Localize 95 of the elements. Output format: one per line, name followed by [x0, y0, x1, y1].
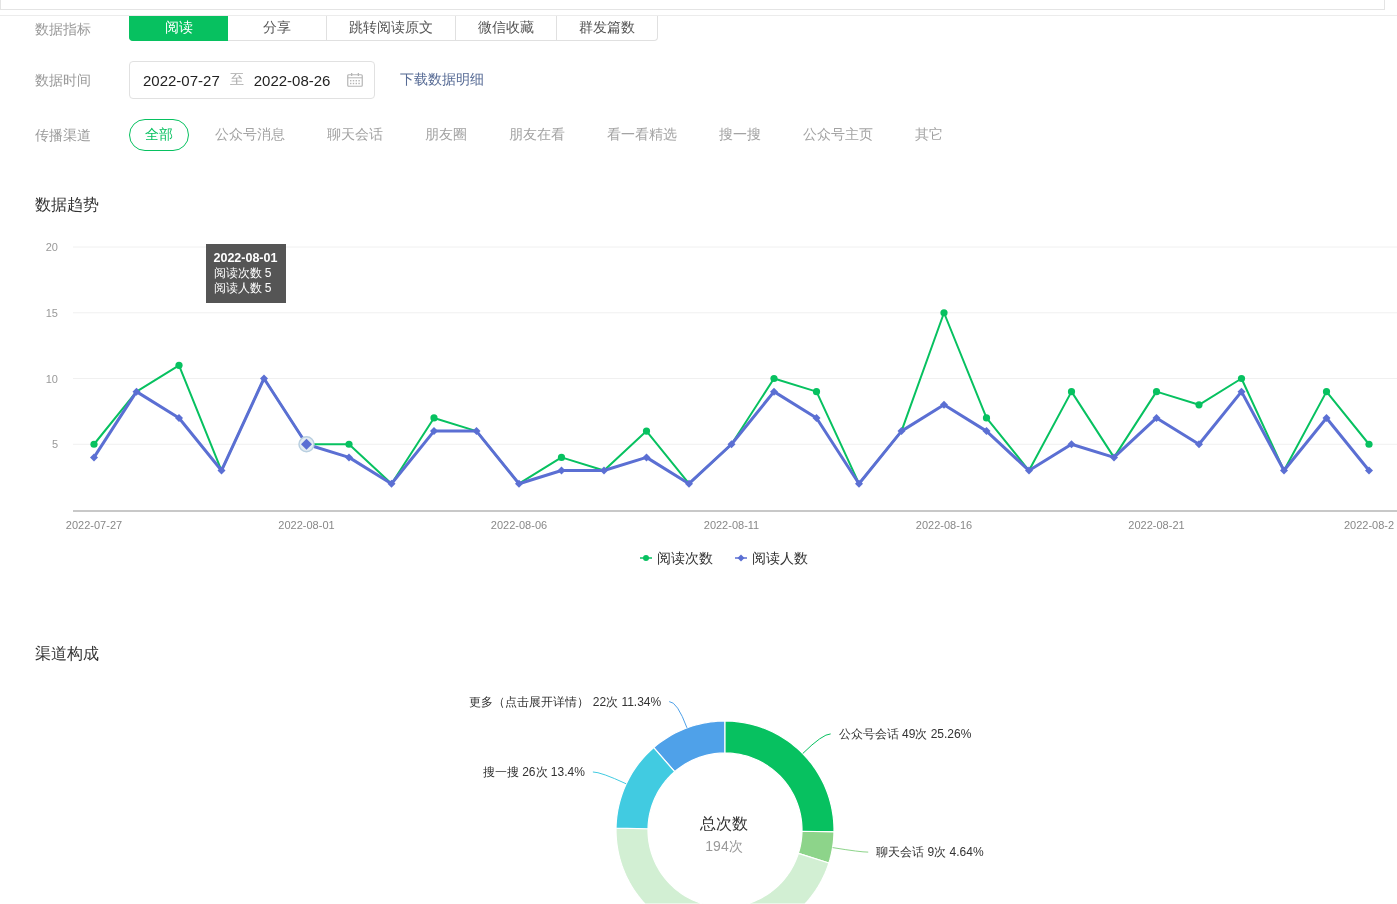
slice-label: 更多（点击展开详情） 22次 11.34%: [469, 694, 662, 709]
metric-tab[interactable]: 群发篇数: [557, 16, 658, 41]
date-separator: 至: [229, 71, 244, 89]
address-bar[interactable]: [0, 0, 1385, 10]
filter-label: 数据时间: [35, 71, 92, 90]
legend-item[interactable]: 阅读人数: [735, 550, 808, 566]
data-point: [1067, 440, 1076, 449]
slice-label: 搜一搜 26次 13.4%: [482, 765, 585, 779]
data-point: [90, 453, 98, 462]
x-axis-label: 2022-08-11: [703, 519, 760, 531]
x-axis-label: 2022-07-27: [65, 519, 123, 531]
leader-line: [668, 701, 688, 729]
leader-line: [802, 733, 832, 755]
data-point: [557, 453, 566, 461]
data-point: [685, 479, 693, 488]
data-point: [812, 413, 821, 422]
data-point: [260, 374, 268, 383]
tooltip-date: 2022-08-01: [213, 251, 278, 266]
data-point: [642, 427, 651, 435]
channel-filter[interactable]: 全部: [129, 119, 189, 151]
metric-tab[interactable]: 分享: [228, 16, 327, 41]
slice-label: 公众号会话 49次 25.26%: [838, 726, 972, 741]
data-point: [600, 466, 608, 475]
data-point: [1025, 466, 1033, 475]
data-point: [1195, 440, 1203, 449]
donut-slice[interactable]: [797, 830, 835, 864]
end-date: 2022-08-26: [253, 71, 331, 89]
x-axis-label: 2022-08-21: [1128, 519, 1185, 531]
y-axis-label: 5: [51, 438, 58, 451]
data-point: [430, 427, 438, 436]
data-point: [855, 479, 863, 488]
data-point: [345, 453, 353, 462]
filter-label: 传播渠道: [35, 126, 92, 145]
date-range-field[interactable]: 2022-07-27 至 2022-08-26: [129, 61, 375, 99]
download-link[interactable]: 下载数据明细: [400, 71, 484, 89]
data-point: [472, 427, 481, 436]
metric-tab[interactable]: 微信收藏: [456, 16, 557, 41]
data-point: [1067, 388, 1076, 396]
data-point: [770, 387, 778, 396]
data-point: [940, 400, 948, 409]
section-title: 渠道构成: [34, 644, 100, 664]
x-axis-label: 2022-08-01: [278, 519, 335, 531]
total-label: 总次数: [700, 815, 748, 832]
metric-tab[interactable]: 阅读: [129, 16, 228, 41]
tooltip-line: 阅读人数 5: [213, 281, 273, 296]
data-point: [217, 466, 226, 475]
diamond-marker-icon: [735, 554, 747, 562]
data-point: [1110, 453, 1118, 462]
x-axis-label: 2022-08-16: [915, 519, 973, 531]
donut-slice[interactable]: [615, 746, 676, 830]
data-point: [1280, 466, 1288, 475]
data-point: [430, 414, 438, 422]
y-axis-label: 10: [45, 372, 58, 385]
start-date: 2022-07-27: [143, 71, 220, 89]
legend-item[interactable]: 阅读次数: [640, 550, 713, 566]
data-point: [982, 414, 991, 422]
y-axis-label: 20: [45, 241, 58, 253]
data-point: [90, 440, 98, 448]
data-point: [1365, 440, 1373, 448]
calendar-icon: [347, 73, 363, 87]
data-point: [132, 387, 141, 396]
dot-marker-icon: [640, 554, 652, 562]
data-point: [1237, 374, 1246, 383]
tooltip-line: 阅读次数 5: [213, 266, 273, 281]
data-point: [1152, 413, 1161, 422]
data-point: [812, 388, 821, 396]
filter-label: 数据指标: [35, 19, 92, 39]
data-point: [345, 440, 353, 448]
slice-label: 聊天会话 9次 4.64%: [876, 845, 984, 860]
data-point: [982, 427, 991, 436]
section-title: 数据趋势: [34, 195, 100, 215]
data-point: [1195, 401, 1203, 409]
data-point: [1152, 388, 1161, 396]
data-point: [1365, 466, 1373, 475]
data-point: [515, 479, 523, 488]
data-point: [1322, 413, 1331, 422]
data-point: [175, 413, 183, 422]
data-point: [557, 466, 566, 475]
total-value: 194次: [705, 838, 743, 854]
data-point: [175, 361, 183, 369]
donut-slice[interactable]: [653, 720, 726, 773]
data-point: [1237, 387, 1246, 396]
data-point: [727, 440, 736, 449]
data-point: [770, 374, 778, 383]
data-point: [1322, 388, 1331, 396]
leader-line: [832, 847, 869, 853]
x-axis-label: 2022-08-06: [490, 519, 548, 531]
data-point: [897, 427, 906, 436]
y-axis-label: 15: [45, 306, 58, 319]
data-point: [387, 479, 396, 488]
leader-line: [592, 771, 627, 785]
data-point: [940, 309, 948, 317]
metric-tab[interactable]: 跳转阅读原文: [327, 16, 456, 41]
data-point: [642, 453, 651, 462]
x-axis-label: 2022-08-2: [1343, 519, 1395, 531]
